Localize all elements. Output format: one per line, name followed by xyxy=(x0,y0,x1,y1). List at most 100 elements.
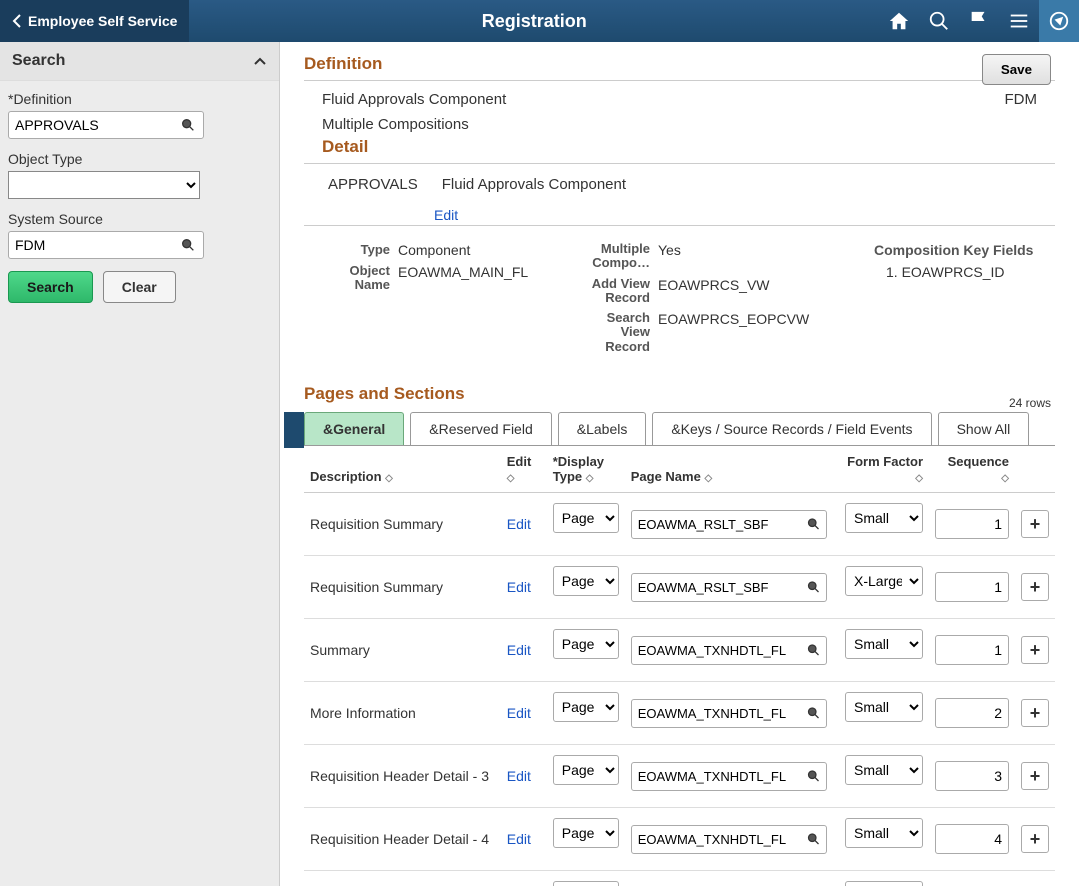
edit-link[interactable]: Edit xyxy=(434,207,458,223)
sequence-input[interactable] xyxy=(935,824,1009,854)
form-factor-select[interactable]: Small xyxy=(845,881,923,886)
detail-id: APPROVALS xyxy=(328,176,418,193)
col-edit[interactable]: Edit◇ xyxy=(501,446,547,493)
sort-icon: ◇ xyxy=(915,473,923,484)
sequence-input[interactable] xyxy=(935,509,1009,539)
add-view-value: EOAWPRCS_VW xyxy=(658,277,770,306)
table-row: Requisition Summary Edit Page X-Large + xyxy=(304,556,1055,619)
table-row: Requisition Header Detail - 4 Edit Page … xyxy=(304,808,1055,871)
search-button[interactable]: Search xyxy=(8,271,93,303)
form-factor-select[interactable]: Small xyxy=(845,755,923,785)
home-icon[interactable] xyxy=(879,0,919,42)
page-name-input[interactable] xyxy=(631,825,827,854)
display-type-select[interactable]: Page xyxy=(553,503,619,533)
sort-icon: ◇ xyxy=(704,473,712,484)
sort-icon: ◇ xyxy=(385,473,393,484)
lookup-icon[interactable] xyxy=(180,117,196,133)
row-edit-link[interactable]: Edit xyxy=(507,831,531,847)
divider xyxy=(304,225,1055,226)
row-edit-link[interactable]: Edit xyxy=(507,642,531,658)
sequence-input[interactable] xyxy=(935,698,1009,728)
sequence-input[interactable] xyxy=(935,572,1009,602)
add-row-button[interactable]: + xyxy=(1021,510,1049,538)
system-source-input[interactable] xyxy=(8,231,204,259)
col-formfactor[interactable]: Form Factor◇ xyxy=(839,446,929,493)
object-type-select[interactable] xyxy=(8,171,200,199)
display-type-select[interactable]: Page xyxy=(553,818,619,848)
definition-input[interactable] xyxy=(8,111,204,139)
display-type-select[interactable]: Page xyxy=(553,692,619,722)
tab-reserved[interactable]: &Reserved Field xyxy=(410,412,552,445)
back-label: Employee Self Service xyxy=(28,13,177,29)
save-button[interactable]: Save xyxy=(982,54,1051,85)
detail-section-title: Detail xyxy=(322,137,1055,157)
sort-icon: ◇ xyxy=(586,473,594,484)
row-edit-link[interactable]: Edit xyxy=(507,768,531,784)
divider xyxy=(304,163,1055,164)
definition-code: FDM xyxy=(1005,91,1038,108)
lookup-icon[interactable] xyxy=(180,237,196,253)
col-description[interactable]: Description ◇ xyxy=(304,446,501,493)
add-view-label: Add ViewRecord xyxy=(584,277,658,306)
add-row-button[interactable]: + xyxy=(1021,825,1049,853)
form-factor-select[interactable]: Small xyxy=(845,818,923,848)
row-description: Requisition Summary xyxy=(304,493,501,556)
form-factor-select[interactable]: Small xyxy=(845,503,923,533)
add-row-button[interactable]: + xyxy=(1021,573,1049,601)
clear-button[interactable]: Clear xyxy=(103,271,176,303)
form-factor-select[interactable]: X-Large xyxy=(845,566,923,596)
form-factor-select[interactable]: Small xyxy=(845,692,923,722)
col-sequence[interactable]: Sequence◇ xyxy=(929,446,1015,493)
col-display[interactable]: *DisplayType ◇ xyxy=(547,446,625,493)
row-description: Requisition Summary xyxy=(304,556,501,619)
page-name-input[interactable] xyxy=(631,636,827,665)
search-icon[interactable] xyxy=(919,0,959,42)
page-name-input[interactable] xyxy=(631,762,827,791)
lookup-icon[interactable] xyxy=(806,580,821,595)
back-button[interactable]: Employee Self Service xyxy=(0,0,189,42)
form-factor-select[interactable]: Small xyxy=(845,629,923,659)
display-type-select[interactable]: Page xyxy=(553,566,619,596)
row-edit-link[interactable]: Edit xyxy=(507,516,531,532)
system-source-label: System Source xyxy=(8,211,271,227)
row-count: 24 rows xyxy=(1009,396,1055,410)
row-edit-link[interactable]: Edit xyxy=(507,705,531,721)
tab-labels[interactable]: &Labels xyxy=(558,412,647,445)
lookup-icon[interactable] xyxy=(806,769,821,784)
table-row: Requisition Header Detail - 5 Edit Page … xyxy=(304,871,1055,886)
definition-name: Fluid Approvals Component xyxy=(322,91,506,108)
flag-icon[interactable] xyxy=(959,0,999,42)
add-row-button[interactable]: + xyxy=(1021,636,1049,664)
search-view-label: SearchViewRecord xyxy=(584,311,658,354)
lookup-icon[interactable] xyxy=(806,643,821,658)
divider xyxy=(304,80,1055,81)
search-sidebar: Search *Definition Object Type System So… xyxy=(0,42,280,886)
row-description: Requisition Header Detail - 5 xyxy=(304,871,501,886)
app-header: Employee Self Service Registration xyxy=(0,0,1079,42)
tab-showall[interactable]: Show All xyxy=(938,412,1030,445)
sort-icon: ◇ xyxy=(1001,473,1009,484)
add-row-button[interactable]: + xyxy=(1021,762,1049,790)
page-name-input[interactable] xyxy=(631,510,827,539)
tab-keys[interactable]: &Keys / Source Records / Field Events xyxy=(652,412,931,445)
lookup-icon[interactable] xyxy=(806,706,821,721)
compass-icon[interactable] xyxy=(1039,0,1079,42)
page-name-input[interactable] xyxy=(631,573,827,602)
display-type-select[interactable]: Page xyxy=(553,755,619,785)
page-name-input[interactable] xyxy=(631,699,827,728)
add-row-button[interactable]: + xyxy=(1021,699,1049,727)
display-type-select[interactable]: Page xyxy=(553,881,619,886)
col-pagename[interactable]: Page Name ◇ xyxy=(625,446,839,493)
search-panel-header[interactable]: Search xyxy=(0,42,279,81)
lookup-icon[interactable] xyxy=(806,517,821,532)
menu-icon[interactable] xyxy=(999,0,1039,42)
lookup-icon[interactable] xyxy=(806,832,821,847)
pages-grid: Description ◇ Edit◇ *DisplayType ◇ Page … xyxy=(304,446,1055,886)
sequence-input[interactable] xyxy=(935,761,1009,791)
sequence-input[interactable] xyxy=(935,635,1009,665)
row-edit-link[interactable]: Edit xyxy=(507,579,531,595)
tab-general[interactable]: &General xyxy=(304,412,404,445)
display-type-select[interactable]: Page xyxy=(553,629,619,659)
table-row: Requisition Header Detail - 3 Edit Page … xyxy=(304,745,1055,808)
main-content: Save Definition Fluid Approvals Componen… xyxy=(280,42,1079,886)
